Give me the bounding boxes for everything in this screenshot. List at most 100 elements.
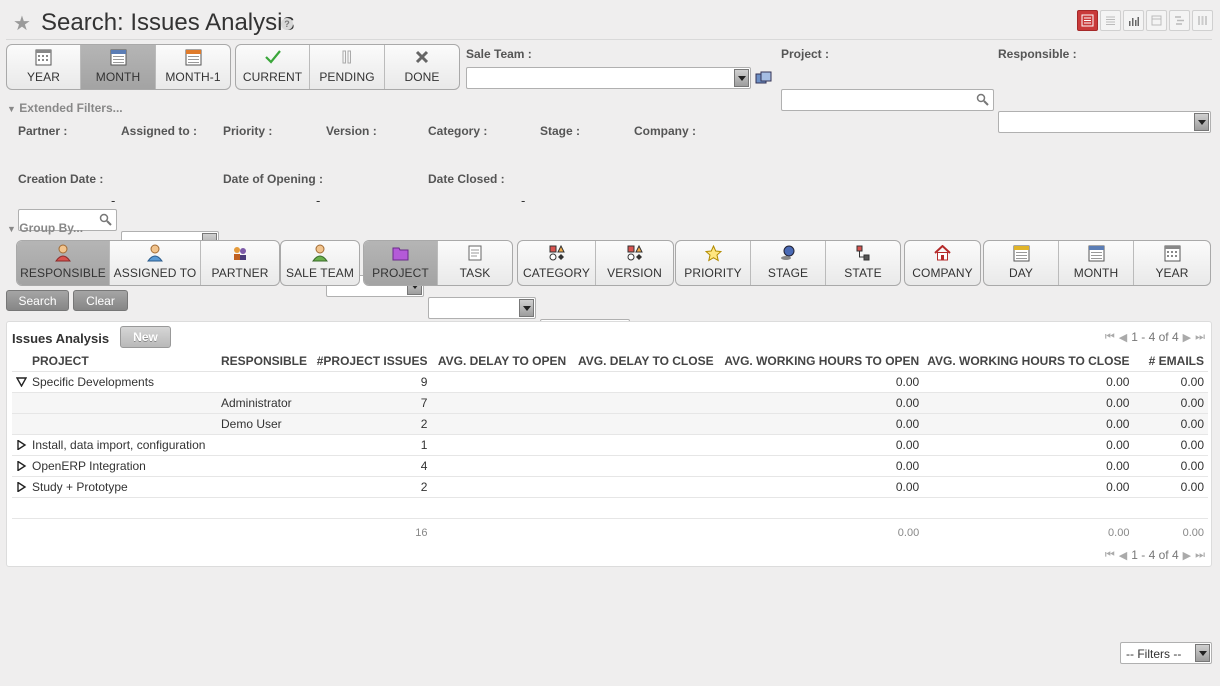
- calendar-icon: [1163, 244, 1181, 262]
- help-icon[interactable]: ?: [281, 18, 293, 30]
- table-row[interactable]: Study + Prototype 2 0.00 0.00 0.00: [12, 476, 1208, 498]
- gantt-view-icon[interactable]: [1169, 10, 1190, 31]
- page-title: Search: Issues Analysis: [41, 9, 295, 36]
- view-switcher: [1077, 10, 1213, 31]
- extended-filters-toggle[interactable]: ▼ Extended Filters...: [7, 101, 123, 115]
- pager-label: 1 - 4 of 4: [1131, 330, 1179, 344]
- graph-view-icon[interactable]: [1123, 10, 1144, 31]
- category-select[interactable]: [428, 297, 536, 319]
- kanban-view-icon[interactable]: [1192, 10, 1213, 31]
- partner-icon: [231, 244, 249, 262]
- last-page-icon[interactable]: ⏭: [1195, 331, 1205, 344]
- group-state-button[interactable]: STATE: [826, 241, 900, 285]
- group-task-button[interactable]: TASK: [438, 241, 512, 285]
- list-view-icon[interactable]: [1077, 10, 1098, 31]
- sale-team-select[interactable]: [466, 67, 751, 89]
- user-icon: [54, 244, 72, 262]
- group-company-button[interactable]: COMPANY: [905, 241, 980, 285]
- column-header[interactable]: PROJECT: [12, 351, 217, 372]
- group-day-button[interactable]: DAY: [984, 241, 1059, 285]
- project-input[interactable]: [781, 89, 994, 111]
- triangle-down-icon: ▼: [7, 104, 16, 114]
- filters-select[interactable]: -- Filters --: [1120, 642, 1212, 664]
- responsible-label: Responsible :: [998, 47, 1077, 61]
- next-page-icon[interactable]: ▶: [1183, 331, 1191, 344]
- column-header[interactable]: AVG. WORKING HOURS TO CLOSE: [923, 351, 1134, 372]
- sale-team-search-icon[interactable]: [755, 71, 773, 85]
- chevron-down-icon[interactable]: [1194, 113, 1209, 131]
- group-version-button[interactable]: VERSION: [596, 241, 673, 285]
- group-sale-team-button[interactable]: SALE TEAM: [281, 241, 359, 285]
- calendar-icon: [1087, 244, 1105, 262]
- search-button[interactable]: Search: [6, 290, 69, 311]
- group-month-button[interactable]: MONTH: [1059, 241, 1134, 285]
- filter-pending-button[interactable]: PENDING: [310, 45, 385, 89]
- group-by-sale-team: SALE TEAM: [280, 240, 360, 286]
- group-project-button[interactable]: PROJECT: [364, 241, 438, 285]
- issues-grid-panel: Issues Analysis New ⏮ ◀ 1 - 4 of 4 ▶ ⏭ P…: [6, 321, 1212, 567]
- form-view-icon[interactable]: [1100, 10, 1121, 31]
- last-page-icon[interactable]: ⏭: [1195, 549, 1205, 562]
- grid-title: Issues Analysis: [12, 331, 110, 346]
- issues-table: PROJECT RESPONSIBLE #PROJECT ISSUES AVG.…: [12, 351, 1208, 540]
- chevron-down-icon[interactable]: [519, 299, 534, 317]
- group-responsible-button[interactable]: RESPONSIBLE: [17, 241, 110, 285]
- pager-top: ⏮ ◀ 1 - 4 of 4 ▶ ⏭: [1105, 330, 1205, 344]
- filter-month-button[interactable]: MONTH: [81, 45, 156, 89]
- group-by-category: CATEGORY VERSION: [517, 240, 674, 286]
- column-header[interactable]: AVG. WORKING HOURS TO OPEN: [717, 351, 924, 372]
- search-icon[interactable]: [976, 93, 989, 106]
- column-header[interactable]: AVG. DELAY TO CLOSE: [570, 351, 718, 372]
- group-by-company: COMPANY: [904, 240, 981, 286]
- next-page-icon[interactable]: ▶: [1183, 549, 1191, 562]
- group-category-button[interactable]: CATEGORY: [518, 241, 596, 285]
- chevron-down-icon[interactable]: [1195, 644, 1210, 662]
- filter-current-button[interactable]: CURRENT: [236, 45, 310, 89]
- first-page-icon[interactable]: ⏮: [1105, 331, 1115, 344]
- table-row[interactable]: Demo User 2 0.00 0.00 0.00: [12, 413, 1208, 435]
- favorite-star-icon[interactable]: ★: [13, 11, 31, 36]
- date-range-dash: -: [521, 193, 526, 208]
- prev-page-icon[interactable]: ◀: [1119, 549, 1127, 562]
- search-icon[interactable]: [99, 213, 112, 226]
- filter-done-button[interactable]: DONE: [385, 45, 459, 89]
- filter-month-1-button[interactable]: MONTH-1: [156, 45, 230, 89]
- new-button[interactable]: New: [120, 326, 171, 348]
- table-row[interactable]: Specific Developments 9 0.00 0.00 0.00: [12, 371, 1208, 393]
- table-row[interactable]: Install, data import, configuration 1 0.…: [12, 434, 1208, 456]
- first-page-icon[interactable]: ⏮: [1105, 549, 1115, 562]
- responsible-select[interactable]: [998, 111, 1211, 133]
- task-icon: [466, 244, 484, 262]
- column-header[interactable]: AVG. DELAY TO OPEN: [431, 351, 571, 372]
- column-header[interactable]: #PROJECT ISSUES: [312, 351, 432, 372]
- folder-icon: [392, 244, 410, 262]
- column-header[interactable]: RESPONSIBLE: [216, 351, 313, 372]
- star-icon: [704, 244, 722, 262]
- expand-icon[interactable]: [16, 459, 28, 473]
- cross-icon: [413, 48, 431, 66]
- home-icon: [934, 244, 952, 262]
- calendar-icon: [35, 48, 53, 66]
- prev-page-icon[interactable]: ◀: [1119, 331, 1127, 344]
- title-divider: [6, 39, 1212, 40]
- group-year-button[interactable]: YEAR: [1134, 241, 1210, 285]
- group-stage-button[interactable]: STAGE: [751, 241, 826, 285]
- collapse-icon[interactable]: [15, 375, 28, 389]
- group-partner-button[interactable]: PARTNER: [201, 241, 279, 285]
- filter-year-button[interactable]: YEAR: [7, 45, 81, 89]
- expand-icon[interactable]: [16, 438, 28, 452]
- calendar-view-icon[interactable]: [1146, 10, 1167, 31]
- table-row[interactable]: Administrator 7 0.00 0.00 0.00: [12, 392, 1208, 414]
- shapes-icon: [548, 244, 566, 262]
- column-header[interactable]: # EMAILS: [1133, 351, 1208, 372]
- table-row[interactable]: OpenERP Integration 4 0.00 0.00 0.00: [12, 455, 1208, 477]
- chevron-down-icon[interactable]: [734, 69, 749, 87]
- category-label: Category :: [428, 124, 488, 138]
- group-assigned-to-button[interactable]: ASSIGNED TO: [110, 241, 201, 285]
- group-priority-button[interactable]: PRIORITY: [676, 241, 751, 285]
- group-by-toggle[interactable]: ▼ Group By...: [7, 221, 83, 235]
- table-header-row: PROJECT RESPONSIBLE #PROJECT ISSUES AVG.…: [12, 351, 1208, 372]
- expand-icon[interactable]: [16, 480, 28, 494]
- clear-button[interactable]: Clear: [73, 290, 128, 311]
- pager-label: 1 - 4 of 4: [1131, 548, 1179, 562]
